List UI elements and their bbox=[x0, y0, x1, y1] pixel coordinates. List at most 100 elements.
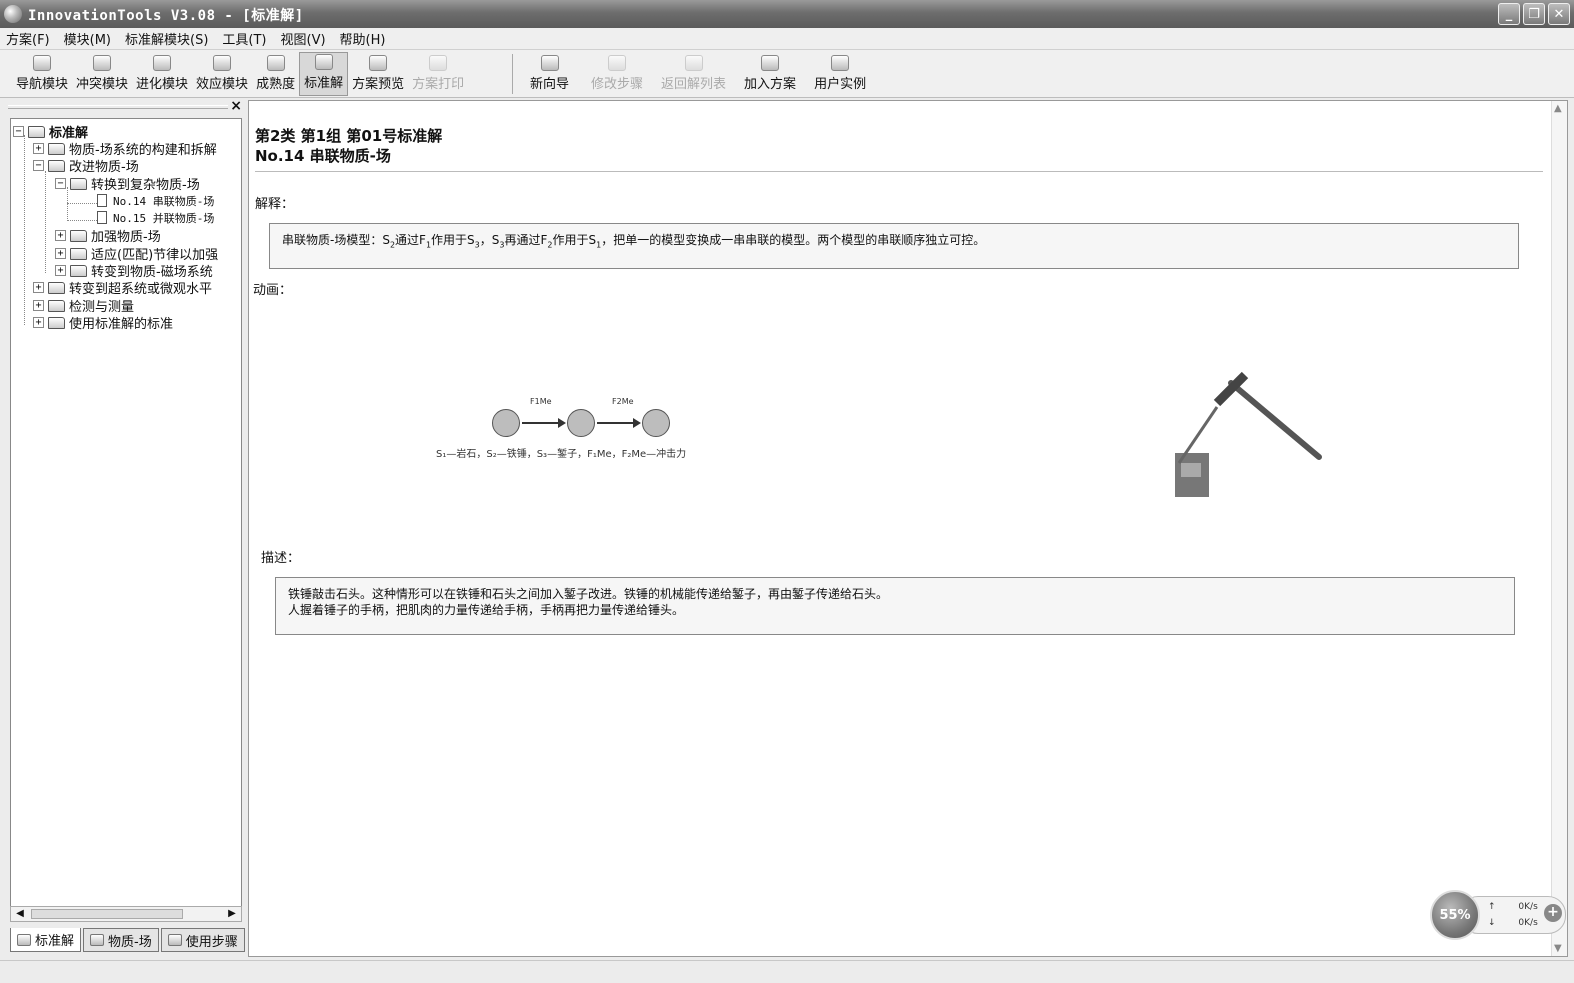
tree-horizontal-scrollbar[interactable]: ◀ ▶ bbox=[10, 906, 242, 922]
solution-subtitle: No.14 串联物质-场 bbox=[255, 147, 391, 165]
menu-plan[interactable]: 方案(F) bbox=[6, 29, 50, 48]
menu-bar: 方案(F) 模块(M) 标准解模块(S) 工具(T) 视图(V) 帮助(H) bbox=[0, 28, 1574, 50]
effect-module-button[interactable]: 效应模块 bbox=[192, 52, 252, 96]
tab-usage-steps[interactable]: 使用步骤 bbox=[160, 928, 245, 952]
animation-label: 动画： bbox=[253, 283, 293, 298]
toolbar: 导航模块 冲突模块 进化模块 效应模块 成熟度 标准解 方案预览 方案打印 新向… bbox=[0, 50, 1574, 98]
compass-icon bbox=[33, 55, 51, 71]
expand-icon[interactable]: + bbox=[33, 143, 44, 154]
widget-plus-icon[interactable]: + bbox=[1544, 904, 1562, 922]
scroll-thumb[interactable] bbox=[31, 909, 183, 919]
menu-view[interactable]: 视图(V) bbox=[281, 29, 326, 48]
solution-icon bbox=[17, 933, 31, 946]
expand-icon[interactable]: + bbox=[33, 317, 44, 328]
standard-solution-button[interactable]: 标准解 bbox=[299, 52, 349, 96]
tab-standard-solution[interactable]: 标准解 bbox=[10, 928, 82, 952]
content-pane: 第2类 第1组 第01号标准解 No.14 串联物质-场 解释： 串联物质-场模… bbox=[248, 100, 1568, 957]
panel-header: × bbox=[4, 98, 246, 114]
open-folder-icon bbox=[48, 159, 65, 172]
solution-tree: − 标准解 + 物质-场系统的构建和拆解 − 改进物质-场 − 转换到复杂物质-… bbox=[10, 118, 242, 916]
tree-line bbox=[67, 187, 68, 221]
open-folder-icon bbox=[28, 125, 45, 138]
tree-node-detection[interactable]: + 检测与测量 bbox=[33, 297, 134, 315]
evolution-module-button[interactable]: 进化模块 bbox=[132, 52, 192, 96]
expand-icon[interactable]: + bbox=[55, 265, 66, 276]
network-speed-widget[interactable]: 55% ↑ 0K/s ↓ 0K/s + bbox=[1430, 890, 1568, 940]
maturity-button[interactable]: 成熟度 bbox=[252, 52, 299, 96]
hammer-chisel-illustration bbox=[1175, 371, 1322, 497]
plan-preview-button[interactable]: 方案预览 bbox=[348, 52, 408, 96]
tree-node-improve[interactable]: − 改进物质-场 bbox=[33, 157, 139, 175]
hammer-handle bbox=[1228, 380, 1322, 460]
expand-icon[interactable]: + bbox=[33, 300, 44, 311]
left-panel: × − 标准解 + 物质-场系统的构建和拆解 − 改进物质-场 − 转换到复杂物… bbox=[4, 98, 246, 955]
wand-icon bbox=[540, 55, 559, 71]
label-f1: F1Me bbox=[530, 397, 552, 406]
node-s3 bbox=[642, 409, 670, 437]
user-icon bbox=[831, 55, 850, 71]
tree-line bbox=[67, 203, 97, 204]
menu-standard-solution[interactable]: 标准解模块(S) bbox=[125, 29, 208, 48]
tree-node-strengthen[interactable]: + 加强物质-场 bbox=[55, 227, 161, 245]
back-to-list-button[interactable]: 返回解列表 bbox=[657, 52, 730, 96]
tree-node-rhythm[interactable]: + 适应(匹配)节律以加强 bbox=[55, 245, 218, 263]
plan-print-button[interactable]: 方案打印 bbox=[408, 52, 468, 96]
menu-help[interactable]: 帮助(H) bbox=[340, 29, 386, 48]
tree-node-no15[interactable]: No.15 并联物质-场 bbox=[97, 209, 214, 226]
panel-grip[interactable] bbox=[8, 105, 228, 109]
folder-icon bbox=[48, 142, 65, 155]
magnifier-icon bbox=[369, 55, 388, 71]
description-box: 铁锤敲击石头。这种情形可以在铁锤和石头之间加入錾子改进。铁锤的机械能传递给錾子，… bbox=[275, 577, 1515, 635]
expand-icon[interactable]: + bbox=[55, 230, 66, 241]
close-button[interactable]: ✕ bbox=[1548, 3, 1570, 25]
app-icon bbox=[4, 5, 22, 23]
tree-node-magnetic[interactable]: + 转变到物质-磁场系统 bbox=[55, 262, 213, 280]
tree-node-build-decompose[interactable]: + 物质-场系统的构建和拆解 bbox=[33, 140, 217, 158]
add-to-plan-button[interactable]: 加入方案 bbox=[740, 52, 800, 96]
tree-node-no14[interactable]: No.14 串联物质-场 bbox=[97, 192, 214, 209]
minimize-button[interactable]: _ bbox=[1498, 3, 1520, 25]
menu-module[interactable]: 模块(M) bbox=[64, 29, 111, 48]
tree-node-supersystem[interactable]: + 转变到超系统或微观水平 bbox=[33, 279, 212, 297]
scroll-down-icon[interactable]: ▼ bbox=[1554, 943, 1562, 954]
arrow-f2 bbox=[597, 418, 641, 428]
tree-node-root[interactable]: − 标准解 bbox=[13, 123, 88, 141]
panel-close-icon[interactable]: × bbox=[230, 98, 242, 114]
folder-icon bbox=[48, 316, 65, 329]
nav-module-button[interactable]: 导航模块 bbox=[12, 52, 72, 96]
scroll-left-icon[interactable]: ◀ bbox=[13, 908, 27, 920]
collapse-icon[interactable]: − bbox=[33, 160, 44, 171]
scroll-right-icon[interactable]: ▶ bbox=[225, 908, 239, 920]
node-s1 bbox=[492, 409, 520, 437]
edit-steps-button[interactable]: 修改步骤 bbox=[587, 52, 647, 96]
expand-icon[interactable]: + bbox=[33, 282, 44, 293]
title-bar: InnovationTools V3.08 - [标准解] _ ❐ ✕ bbox=[0, 0, 1574, 28]
folder-icon bbox=[70, 229, 87, 242]
menu-tools[interactable]: 工具(T) bbox=[222, 29, 266, 48]
tree-node-complex[interactable]: − 转换到复杂物质-场 bbox=[55, 175, 200, 193]
conflict-icon bbox=[93, 55, 112, 71]
folder-icon bbox=[70, 264, 87, 277]
panel-tabs: 标准解 物质-场 使用步骤 bbox=[10, 928, 245, 954]
usage-percent[interactable]: 55% bbox=[1430, 890, 1480, 940]
content-vertical-scrollbar[interactable]: ▲ ▼ bbox=[1551, 101, 1567, 956]
collapse-icon[interactable]: − bbox=[55, 178, 66, 189]
conflict-module-button[interactable]: 冲突模块 bbox=[72, 52, 132, 96]
window-controls: _ ❐ ✕ bbox=[1498, 3, 1570, 25]
restore-button[interactable]: ❐ bbox=[1523, 3, 1545, 25]
user-examples-button[interactable]: 用户实例 bbox=[810, 52, 870, 96]
expand-icon[interactable]: + bbox=[55, 248, 66, 259]
document-icon bbox=[97, 211, 107, 224]
wrench-icon bbox=[167, 934, 182, 946]
scroll-up-icon[interactable]: ▲ bbox=[1554, 103, 1562, 114]
tab-substance-field[interactable]: 物质-场 bbox=[83, 928, 159, 952]
label-f2: F2Me bbox=[612, 397, 634, 406]
tree-node-usage-standards[interactable]: + 使用标准解的标准 bbox=[33, 314, 173, 332]
effect-icon bbox=[213, 55, 232, 71]
new-wizard-button[interactable]: 新向导 bbox=[526, 52, 573, 96]
rock-shape bbox=[1181, 463, 1201, 477]
divider bbox=[255, 171, 1543, 172]
toolbar-group-wizard: 新向导 修改步骤 返回解列表 加入方案 用户实例 bbox=[526, 52, 870, 96]
status-bar bbox=[0, 960, 1574, 983]
collapse-icon[interactable]: − bbox=[13, 126, 24, 137]
